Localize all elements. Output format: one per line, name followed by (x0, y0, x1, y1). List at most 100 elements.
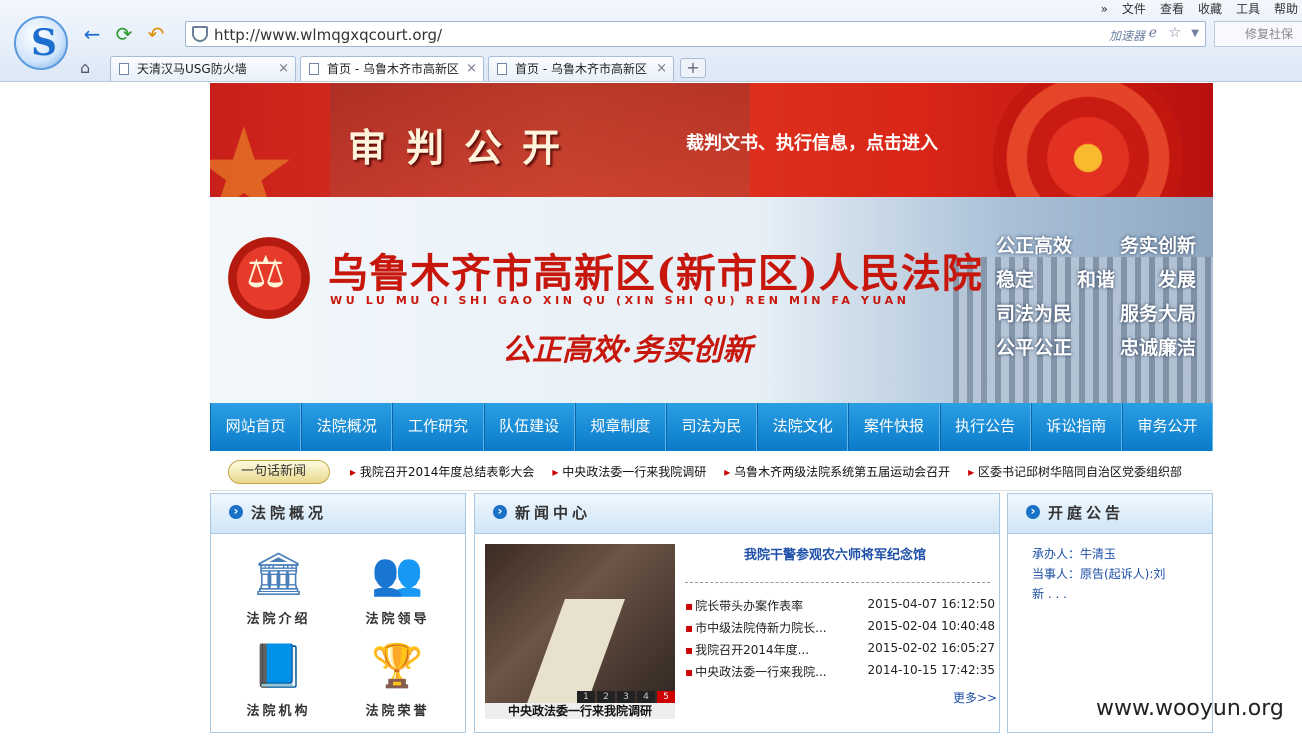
browser-logo-icon[interactable] (14, 16, 68, 70)
court-badge-icon (228, 237, 310, 319)
nav-rules[interactable]: 规章制度 (574, 403, 666, 451)
news-title[interactable]: 我院召开2014年度... (685, 641, 809, 663)
restore-button[interactable]: 修复社保 (1214, 21, 1302, 47)
notice-line[interactable]: 承办人：牛清玉 (1032, 544, 1188, 564)
nav-culture[interactable]: 法院文化 (757, 403, 849, 451)
web-page: ★ 审判公开 裁判文书、执行信息，点击进入 乌鲁木齐市高新区(新市区)人民法院 … (210, 83, 1214, 733)
court-honors-label: 法院荣誉 (365, 704, 430, 719)
news-title[interactable]: 院长带头办案作表率 (685, 597, 803, 619)
slogan: 忠诚廉洁 (1119, 337, 1196, 359)
pager-button[interactable]: 4 (637, 691, 655, 703)
news-title[interactable]: 市中级法院侍新力院长... (685, 619, 826, 641)
nav-enforcement[interactable]: 执行公告 (939, 403, 1031, 451)
refresh-icon[interactable]: ⟳ (112, 22, 136, 46)
restore-label: 修复社保 (1245, 27, 1294, 41)
court-intro-link[interactable]: 🏛 法院介绍 (219, 546, 338, 638)
menu-file[interactable]: 文件 (1122, 0, 1146, 18)
slogan-row: 公平公正 忠诚廉洁 (996, 333, 1196, 367)
dropdown-icon[interactable]: ▼ (1191, 28, 1199, 39)
nav-team[interactable]: 队伍建设 (483, 403, 575, 451)
tab-1[interactable]: 天清汉马USG防火墙 × (110, 56, 296, 81)
slogan: 务实创新 (1119, 235, 1196, 257)
slogan: 和谐 (1076, 269, 1115, 291)
court-name: 乌鲁木齐市高新区(新市区)人民法院 (328, 250, 983, 297)
overview-title: 法院概况 (211, 494, 465, 534)
ticker-items: 我院召开2014年度总结表彰大会 中央政法委一行来我院调研 乌鲁木齐两级法院系统… (350, 463, 1182, 480)
pager-button[interactable]: 5 (657, 691, 675, 703)
nav-case-news[interactable]: 案件快报 (848, 403, 940, 451)
star-icon[interactable]: ☆ (1168, 25, 1181, 41)
notice-list: 承办人：牛清玉 当事人：原告(起诉人):刘 新 . . . (1008, 534, 1212, 604)
tab-label: 首页 - 乌鲁木齐市高新区 (327, 62, 459, 76)
notice-line[interactable]: 新 . . . (1032, 584, 1188, 604)
nav-research[interactable]: 工作研究 (392, 403, 484, 451)
slogan: 公平公正 (996, 337, 1073, 359)
undo-icon[interactable]: ↶ (144, 22, 168, 46)
menu-favorites[interactable]: 收藏 (1198, 0, 1222, 18)
slogan-row: 稳定 和谐 发展 (996, 265, 1196, 299)
close-icon[interactable]: × (278, 57, 289, 81)
close-icon[interactable]: × (466, 57, 477, 81)
banner-link-text[interactable]: 裁判文书、执行信息，点击进入 (686, 129, 938, 155)
trophy-icon: 🏆 (371, 641, 424, 690)
accelerator-label[interactable]: 加速器 (1109, 27, 1145, 44)
news-date: 2015-02-04 10:40:48 (867, 619, 995, 633)
ie-mode-icon[interactable]: ℯ (1149, 25, 1157, 41)
ticker-item[interactable]: 中央政法委一行来我院调研 (552, 463, 706, 480)
news-item[interactable]: 中央政法委一行来我院... 2014-10-15 17:42:35 (685, 663, 995, 685)
nav-justice[interactable]: 司法为民 (665, 403, 758, 451)
tab-3[interactable]: 首页 - 乌鲁木齐市高新区 × (488, 56, 674, 81)
tab-label: 天清汉马USG防火墙 (137, 62, 247, 76)
menu-view[interactable]: 查看 (1160, 0, 1184, 18)
new-tab-button[interactable]: + (680, 58, 706, 78)
court-notice-title: 开庭公告 (1008, 494, 1212, 534)
news-title[interactable]: 中央政法委一行来我院... (685, 663, 826, 685)
news-item[interactable]: 市中级法院侍新力院长... 2015-02-04 10:40:48 (685, 619, 995, 641)
more-link[interactable]: 更多>> (953, 689, 997, 706)
news-photo[interactable]: 1 2 3 4 5 中央政法委一行来我院调研 (485, 544, 675, 719)
menu-bar: » 文件 查看 收藏 工具 帮助 (1101, 0, 1302, 18)
nav-home[interactable]: 网站首页 (210, 403, 302, 451)
news-item[interactable]: 院长带头办案作表率 2015-04-07 16:12:50 (685, 597, 995, 619)
nav-guide[interactable]: 诉讼指南 (1030, 403, 1122, 451)
slogan: 服务大局 (1119, 303, 1196, 325)
page-icon (119, 63, 129, 75)
menu-tools[interactable]: 工具 (1236, 0, 1260, 18)
nav-affairs[interactable]: 审务公开 (1121, 403, 1214, 451)
news-item[interactable]: 我院召开2014年度... 2015-02-02 16:05:27 (685, 641, 995, 663)
pager-button[interactable]: 1 (577, 691, 595, 703)
court-structure-label: 法院机构 (246, 704, 311, 719)
slogan: 发展 (1157, 269, 1196, 291)
court-honors-link[interactable]: 🏆 法院荣誉 (338, 638, 457, 730)
news-center-title: 新闻中心 (475, 494, 999, 534)
home-icon[interactable]: ⌂ (80, 58, 90, 77)
nav-overview[interactable]: 法院概况 (301, 403, 393, 451)
ticker-item[interactable]: 我院召开2014年度总结表彰大会 (350, 463, 535, 480)
overview-panel: 法院概况 🏛 法院介绍 👥 法院领导 📘 法院机构 🏆 法院荣誉 (210, 493, 466, 733)
news-center-panel: 新闻中心 1 2 3 4 5 中央政法委一行来我院调研 我院干警参观农六师将军纪… (474, 493, 1000, 733)
address-bar[interactable]: http://www.wlmqgxqcourt.org/ 加速器 ℯ ☆ ▼ (185, 21, 1206, 47)
tab-2[interactable]: 首页 - 乌鲁木齐市高新区 × (300, 56, 484, 81)
slogans: 公正高效 务实创新 稳定 和谐 发展 司法为民 服务大局 公平公正 忠诚廉洁 (996, 231, 1196, 367)
divider (685, 582, 990, 583)
slogan-row: 司法为民 服务大局 (996, 299, 1196, 333)
pager-button[interactable]: 3 (617, 691, 635, 703)
notice-line[interactable]: 当事人：原告(起诉人):刘 (1032, 564, 1188, 584)
back-icon[interactable]: ← (80, 22, 104, 46)
news-headline[interactable]: 我院干警参观农六师将军纪念馆 (685, 544, 985, 563)
menu-overflow[interactable]: » (1101, 0, 1108, 18)
building-icon: 🏛 (251, 549, 306, 598)
news-date: 2015-04-07 16:12:50 (867, 597, 995, 611)
close-icon[interactable]: × (656, 57, 667, 81)
photo-caption[interactable]: 中央政法委一行来我院调研 (485, 703, 675, 719)
pager-button[interactable]: 2 (597, 691, 615, 703)
court-leaders-link[interactable]: 👥 法院领导 (338, 546, 457, 638)
url-text[interactable]: http://www.wlmqgxqcourt.org/ (214, 26, 442, 44)
ticker-item[interactable]: 乌鲁木齐两级法院系统第五届运动会召开 (724, 463, 950, 480)
court-structure-link[interactable]: 📘 法院机构 (219, 638, 338, 730)
ticker-label: 一句话新闻 (228, 460, 330, 484)
ticker-item[interactable]: 区委书记邱树华陪同自治区党委组织部 (968, 463, 1182, 480)
court-intro-label: 法院介绍 (246, 612, 311, 627)
trial-open-banner[interactable]: ★ 审判公开 裁判文书、执行信息，点击进入 (210, 83, 1213, 197)
menu-help[interactable]: 帮助 (1274, 0, 1298, 18)
